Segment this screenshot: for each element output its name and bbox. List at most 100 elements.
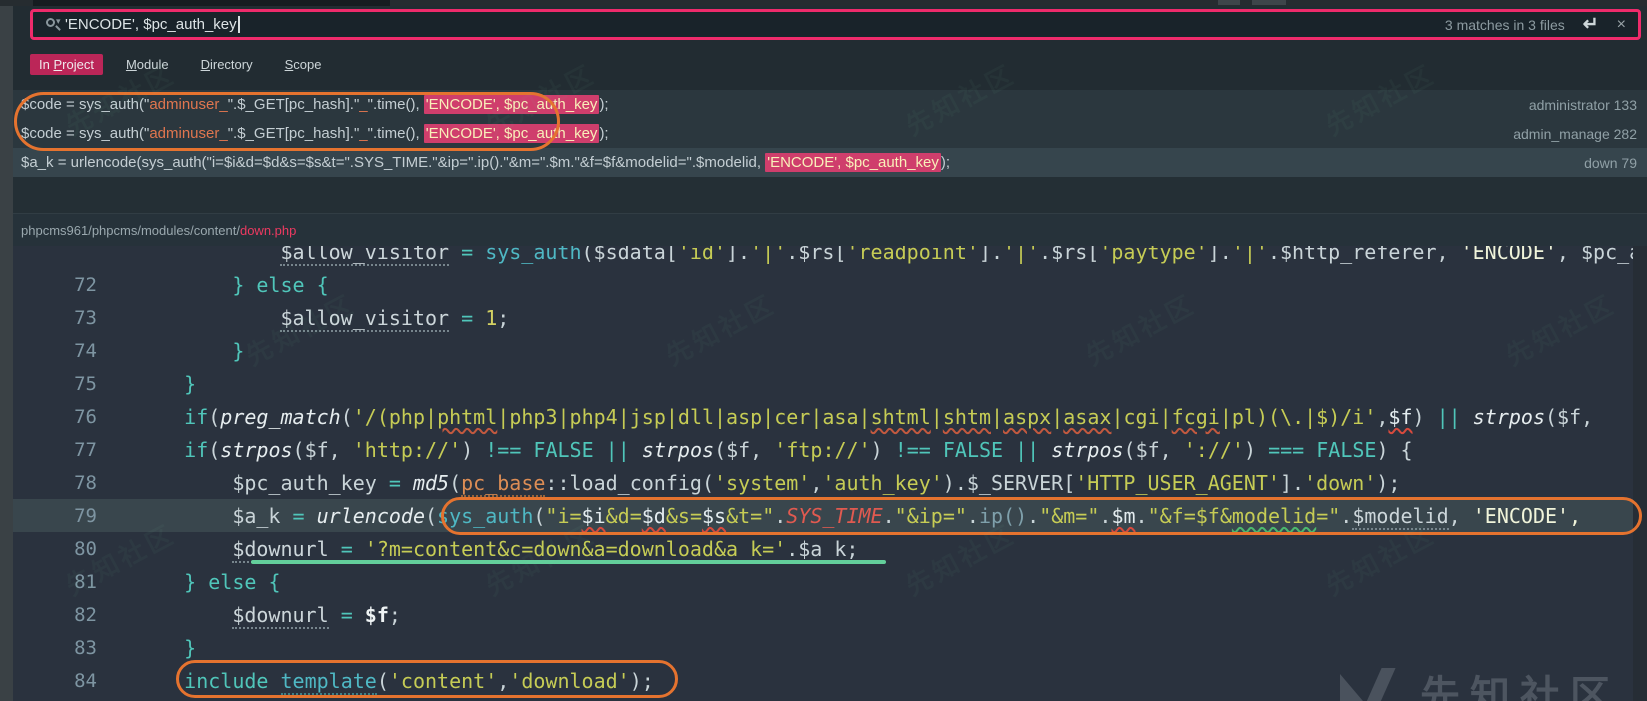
code-token: sys_auth — [437, 504, 533, 528]
line-number[interactable]: 75 — [13, 373, 97, 395]
code-token: ( — [449, 471, 461, 495]
line-number[interactable]: 74 — [13, 340, 97, 362]
line-number[interactable]: 77 — [13, 439, 97, 461]
code-line-text: if(strpos($f, 'http://') !== FALSE || st… — [97, 438, 1413, 462]
code-token: ]. — [979, 246, 1003, 264]
code-line-79[interactable]: 79$a_k = urlencode(sys_auth("i=$i&d=$d&s… — [13, 499, 1647, 532]
code-token: |pl)(\.|$)/i' — [1220, 405, 1377, 429]
code-line-81[interactable]: 81} else { — [13, 565, 1647, 598]
close-icon[interactable]: × — [1617, 17, 1626, 33]
line-number[interactable]: 83 — [13, 637, 97, 659]
tab-directory[interactable]: Directory — [192, 54, 262, 75]
code-token: strpos — [1473, 405, 1545, 429]
code-token — [329, 603, 341, 627]
code-token: | — [931, 405, 943, 429]
line-number[interactable]: 82 — [13, 604, 97, 626]
line-number[interactable]: 84 — [13, 670, 97, 692]
code-token — [1039, 438, 1051, 462]
code-line-text: include template('content','download'); — [97, 669, 654, 693]
code-line-partial[interactable]: $allow_visitor = sys_auth($sdata['id'].'… — [13, 246, 1647, 268]
code-token: = — [389, 471, 401, 495]
code-token: ; — [389, 603, 401, 627]
code-token: "&f=$f& — [1148, 504, 1232, 528]
code-token: || — [1015, 438, 1039, 462]
enter-icon[interactable]: ↵ — [1583, 15, 1599, 34]
result-code-text: ); — [599, 125, 608, 142]
search-result-row[interactable]: $code = sys_auth("adminuser_".$_GET[pc_h… — [13, 119, 1647, 148]
watermark-text: 先知社区 — [1420, 668, 1620, 701]
background-tab-sliver — [33, 0, 390, 6]
code-token: ).$_SERVER[ — [943, 471, 1075, 495]
code-token: , — [1449, 504, 1473, 528]
code-token: 'content' — [389, 669, 497, 693]
file-path-row[interactable]: phpcms961/phpcms/modules/content/down.ph… — [13, 213, 1647, 246]
line-number[interactable]: 73 — [13, 307, 97, 329]
code-token: ($f, — [714, 438, 774, 462]
code-token: = — [461, 246, 473, 264]
code-token: ); — [1376, 471, 1400, 495]
tab-in-project[interactable]: In Project — [30, 54, 103, 75]
result-code-text: adminuser_ — [149, 125, 227, 142]
code-token — [473, 246, 485, 264]
code-token: 'id' — [678, 246, 726, 264]
code-token: } — [184, 372, 196, 396]
file-path-prefix: phpcms961/phpcms/modules/content/ — [21, 223, 240, 238]
code-line-82[interactable]: 82$downurl = $f; — [13, 598, 1647, 631]
code-token: = — [341, 537, 353, 561]
tab-module[interactable]: Module — [117, 54, 178, 75]
code-token: 'readpoint' — [846, 246, 978, 264]
search-result-row[interactable]: $code = sys_auth("adminuser_".$_GET[pc_h… — [13, 90, 1647, 119]
code-token: ($f, — [1545, 405, 1593, 429]
line-number[interactable]: 72 — [13, 274, 97, 296]
code-token: '?m=content&c=down&a=download&a_k=' — [365, 537, 786, 561]
find-in-path-search-bar[interactable]: ▾ 'ENCODE', $pc_auth_key 3 matches in 3 … — [30, 9, 1641, 40]
search-icon[interactable]: ▾ — [45, 17, 61, 33]
search-history-chevron-icon[interactable]: ▾ — [56, 16, 61, 27]
line-number[interactable]: 81 — [13, 571, 97, 593]
code-token: . — [774, 504, 786, 528]
code-token: $d — [642, 504, 666, 528]
result-code-text: adminuser_ — [149, 96, 227, 113]
line-number[interactable]: 79 — [13, 505, 97, 527]
code-token: ( — [377, 669, 389, 693]
code-token: ($sdata[ — [582, 246, 678, 264]
code-token: } — [184, 636, 196, 660]
line-number[interactable]: 80 — [13, 538, 97, 560]
code-token: . — [1027, 504, 1039, 528]
code-token: 'download' — [509, 669, 629, 693]
tab-scope[interactable]: Scope — [276, 54, 331, 75]
code-token: asax — [1063, 405, 1111, 429]
code-token — [449, 246, 461, 264]
code-token: === — [1268, 438, 1304, 462]
code-token: modelid — [1232, 504, 1316, 528]
code-token: ; — [497, 306, 509, 330]
code-line-76[interactable]: 76if(preg_match('/(php|phtml|php3|php4|j… — [13, 400, 1647, 433]
code-token: !== — [485, 438, 521, 462]
code-line-83[interactable]: 83} — [13, 631, 1647, 664]
editor-scrollbar-stripe[interactable] — [1633, 246, 1647, 701]
search-results-list: $code = sys_auth("adminuser_".$_GET[pc_h… — [13, 90, 1647, 177]
result-code-text: $a_k = urlencode(sys_auth("i=$i&d=$d&s=$… — [21, 154, 765, 171]
code-line-72[interactable]: 72} else { — [13, 268, 1647, 301]
code-line-75[interactable]: 75} — [13, 367, 1647, 400]
line-number[interactable]: 78 — [13, 472, 97, 494]
code-line-74[interactable]: 74} — [13, 334, 1647, 367]
code-token: ( — [533, 504, 545, 528]
code-token: "&ip=" — [895, 504, 967, 528]
result-code-text: ".time(), — [368, 96, 424, 113]
search-result-row[interactable]: $a_k = urlencode(sys_auth("i=$i&d=$d&s=$… — [13, 148, 1647, 177]
line-number[interactable]: 76 — [13, 406, 97, 428]
code-token: . — [1099, 504, 1111, 528]
code-line-text: $downurl = '?m=content&c=down&a=download… — [97, 537, 858, 561]
code-line-77[interactable]: 77if(strpos($f, 'http://') !== FALSE || … — [13, 433, 1647, 466]
code-line-73[interactable]: 73$allow_visitor = 1; — [13, 301, 1647, 334]
code-token: $m — [1111, 504, 1135, 528]
code-preview-editor[interactable]: $allow_visitor = sys_auth($sdata['id'].'… — [13, 246, 1647, 701]
code-token: fcgi — [1172, 405, 1220, 429]
code-token: $modelid — [1352, 504, 1448, 530]
search-input[interactable]: 'ENCODE', $pc_auth_key — [65, 16, 237, 33]
code-token: FALSE — [533, 438, 593, 462]
code-token — [1304, 438, 1316, 462]
code-line-text: if(preg_match('/(php|phtml|php3|php4|jsp… — [97, 405, 1593, 429]
code-line-78[interactable]: 78$pc_auth_key = md5(pc_base::load_confi… — [13, 466, 1647, 499]
